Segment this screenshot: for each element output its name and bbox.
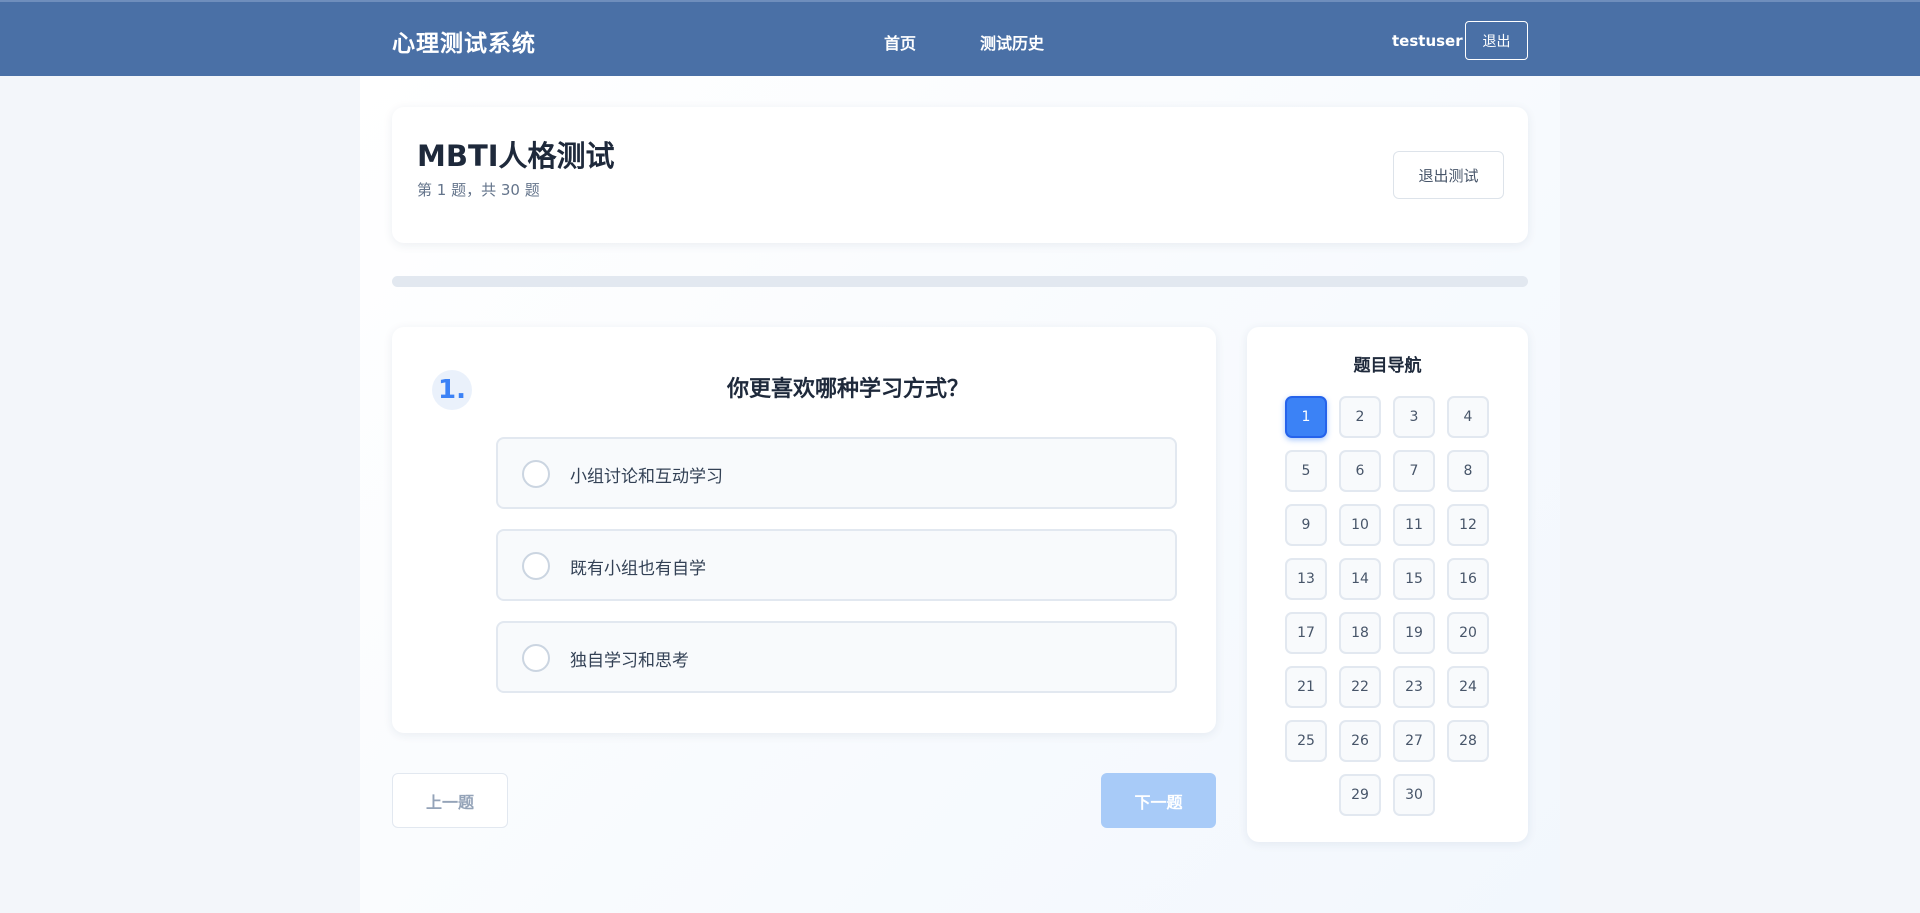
- question-nav-button[interactable]: 1: [1285, 396, 1327, 438]
- question-nav-button[interactable]: 10: [1339, 504, 1381, 546]
- question-nav-button[interactable]: 8: [1447, 450, 1489, 492]
- question-navigator-grid: 1 2 3 4 5 6 7 8 9 10 11 12 13 14 15 16 17 18 19 20 21 22 23 24 2…: [1285, 396, 1490, 816]
- test-header-card: MBTI人格测试 第 1 题，共 30 题 退出测试: [392, 107, 1528, 243]
- question-nav-button[interactable]: 29: [1339, 774, 1381, 816]
- question-nav-button[interactable]: 2: [1339, 396, 1381, 438]
- question-nav-button[interactable]: 14: [1339, 558, 1381, 600]
- app-brand[interactable]: 心理测试系统: [392, 24, 536, 58]
- radio-circle-icon[interactable]: [522, 644, 550, 672]
- question-nav-button[interactable]: 19: [1393, 612, 1435, 654]
- question-nav-button[interactable]: 28: [1447, 720, 1489, 762]
- previous-question-button[interactable]: 上一题: [392, 773, 508, 828]
- answer-option-label: 小组讨论和互动学习: [570, 467, 723, 487]
- answer-option-label: 既有小组也有自学: [570, 559, 706, 579]
- question-nav-button[interactable]: 25: [1285, 720, 1327, 762]
- question-nav-button[interactable]: 26: [1339, 720, 1381, 762]
- answer-option[interactable]: 独自学习和思考: [496, 621, 1177, 693]
- top-navbar: 心理测试系统 首页 测试历史 testuser 退出: [0, 0, 1920, 76]
- nav-link-home[interactable]: 首页: [884, 30, 916, 54]
- question-nav-button[interactable]: 22: [1339, 666, 1381, 708]
- question-nav-button[interactable]: 17: [1285, 612, 1327, 654]
- question-text: 你更喜欢哪种学习方式？: [726, 377, 969, 402]
- question-nav-button[interactable]: 18: [1339, 612, 1381, 654]
- test-progress-text: 第 1 题，共 30 题: [417, 181, 540, 199]
- next-question-button[interactable]: 下一题: [1101, 773, 1216, 828]
- question-nav-button[interactable]: 27: [1393, 720, 1435, 762]
- question-nav-button[interactable]: 20: [1447, 612, 1489, 654]
- question-card: 1. 你更喜欢哪种学习方式？ 小组讨论和互动学习 既有小组也有自学 独自学习和思…: [392, 327, 1216, 733]
- question-nav-button[interactable]: 11: [1393, 504, 1435, 546]
- question-nav-button[interactable]: 4: [1447, 396, 1489, 438]
- username-label: testuser: [1392, 32, 1463, 50]
- question-nav-button[interactable]: 7: [1393, 450, 1435, 492]
- question-navigator-title: 题目导航: [1353, 356, 1422, 376]
- exit-test-button[interactable]: 退出测试: [1393, 151, 1504, 199]
- test-title: MBTI人格测试: [417, 139, 615, 173]
- radio-circle-icon[interactable]: [522, 552, 550, 580]
- radio-circle-icon[interactable]: [522, 460, 550, 488]
- question-navigator-panel: 题目导航 1 2 3 4 5 6 7 8 9 10 11 12 13 14 15 16 17 18 19 20 21 22…: [1247, 327, 1528, 842]
- question-nav-button[interactable]: 6: [1339, 450, 1381, 492]
- answer-option-label: 独自学习和思考: [570, 651, 689, 671]
- logout-button[interactable]: 退出: [1465, 21, 1528, 60]
- question-nav-button[interactable]: 23: [1393, 666, 1435, 708]
- question-nav-button[interactable]: 3: [1393, 396, 1435, 438]
- question-nav-button[interactable]: 21: [1285, 666, 1327, 708]
- question-nav-button[interactable]: 30: [1393, 774, 1435, 816]
- answer-option[interactable]: 既有小组也有自学: [496, 529, 1177, 601]
- question-nav-button[interactable]: 9: [1285, 504, 1327, 546]
- nav-link-test-history[interactable]: 测试历史: [980, 30, 1044, 54]
- progress-bar: [392, 276, 1528, 287]
- answer-option[interactable]: 小组讨论和互动学习: [496, 437, 1177, 509]
- question-nav-button[interactable]: 15: [1393, 558, 1435, 600]
- question-nav-button[interactable]: 13: [1285, 558, 1327, 600]
- question-nav-button[interactable]: 5: [1285, 450, 1327, 492]
- question-nav-button[interactable]: 24: [1447, 666, 1489, 708]
- question-nav-button[interactable]: 16: [1447, 558, 1489, 600]
- question-nav-button[interactable]: 12: [1447, 504, 1489, 546]
